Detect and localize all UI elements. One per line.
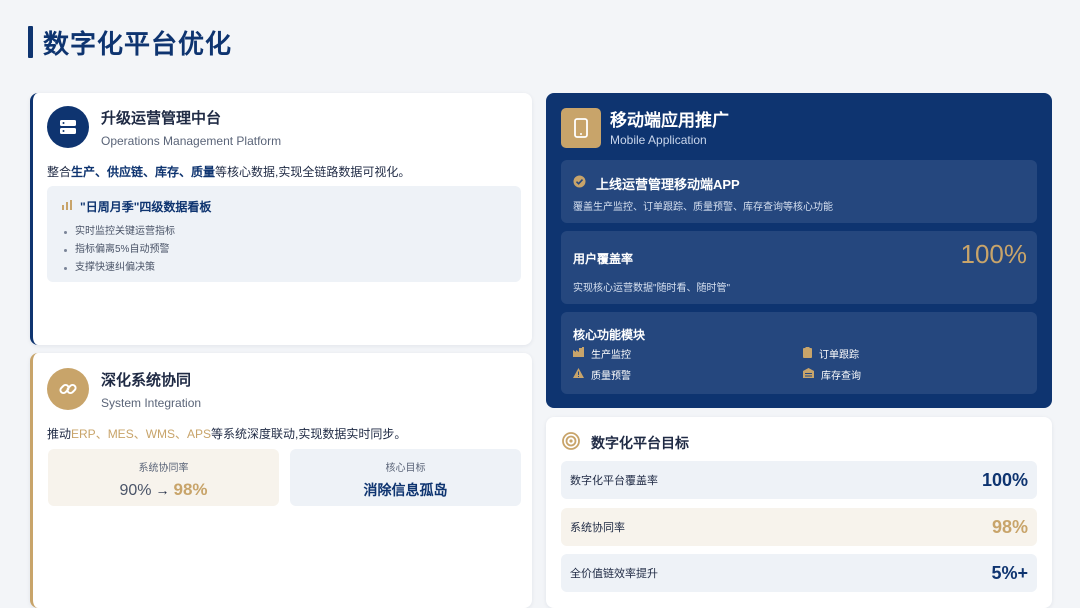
dashboard-bullets: 实时监控关键运营指标 指标偏离5%自动预警 支撑快速纠偏决策 <box>61 223 507 277</box>
integration-desc-suffix: 等系统深度联动,实现数据实时同步。 <box>211 427 407 441</box>
ops-subtitle: Operations Management Platform <box>101 133 282 148</box>
check-badge-icon <box>573 175 586 193</box>
mobile-subtitle: Mobile Application <box>610 133 707 147</box>
dashboard-title-text: "日周月季"四级数据看板 <box>80 200 212 214</box>
integration-title: 深化系统协同 <box>101 371 192 389</box>
app-launch-header: 上线运营管理移动端APP <box>573 174 740 193</box>
core-goal-label: 核心目标 <box>385 463 426 474</box>
sync-rate-value: 90% → 98% <box>48 480 279 500</box>
mobile-app-card: 移动端应用推广 Mobile Application 上线运营管理移动端APP … <box>546 93 1052 408</box>
modules-title: 核心功能模块 <box>573 328 646 342</box>
dashboard-title: "日周月季"四级数据看板 <box>61 198 507 215</box>
goal-value: 98% <box>991 516 1028 537</box>
chart-icon <box>61 199 73 214</box>
sync-rate-from: 90% <box>119 482 152 499</box>
ops-desc-prefix: 整合 <box>47 165 72 179</box>
goal-value: 5%+ <box>991 562 1028 583</box>
platform-goals-card: 数字化平台目标 数字化平台覆盖率 100% 系统协同率 98% 全价值链效率提升… <box>546 417 1052 608</box>
sync-rate-box: 系统协同率 90% → 98% <box>48 449 279 506</box>
goal-row: 数字化平台覆盖率 100% <box>561 461 1037 499</box>
module-label: 生产监控 <box>591 350 631 361</box>
goals-title: 数字化平台目标 <box>591 435 689 451</box>
ops-description: 整合生产、供应链、库存、质量等核心数据,实现全链路数据可视化。 <box>47 163 410 180</box>
clipboard-icon <box>803 346 819 361</box>
module-quality[interactable]: 质量预警 <box>573 367 631 382</box>
module-label: 库存查询 <box>821 371 861 382</box>
ops-header: 升级运营管理中台 Operations Management Platform <box>47 106 281 148</box>
core-goal-value: 消除信息孤岛 <box>363 482 448 498</box>
integration-desc-prefix: 推动 <box>47 427 72 441</box>
integration-header: 深化系统协同 System Integration <box>47 368 201 410</box>
core-goal-box: 核心目标 消除信息孤岛 <box>290 449 521 506</box>
module-inventory[interactable]: 库存查询 <box>803 367 861 382</box>
list-item: 指标偏离5%自动预警 <box>61 241 507 259</box>
module-label: 订单跟踪 <box>819 350 859 361</box>
page-title: 数字化平台优化 <box>28 24 232 60</box>
coverage-value: 100% <box>960 239 1028 269</box>
ops-platform-card: 升级运营管理中台 Operations Management Platform … <box>30 93 532 345</box>
list-item: 支撑快速纠偏决策 <box>61 259 507 277</box>
ops-desc-highlight: 生产、供应链、库存、质量 <box>71 165 216 179</box>
page-title-text: 数字化平台优化 <box>43 28 233 59</box>
phone-icon <box>561 108 601 148</box>
integration-desc-highlight: ERP、MES、WMS、APS <box>71 427 212 441</box>
module-orders[interactable]: 订单跟踪 <box>803 346 859 361</box>
dashboard-box: "日周月季"四级数据看板 实时监控关键运营指标 指标偏离5%自动预警 支撑快速纠… <box>47 186 521 282</box>
goal-row: 全价值链效率提升 5%+ <box>561 554 1037 592</box>
goal-label: 系统协同率 <box>570 522 625 534</box>
arrow-right-icon: → <box>155 482 170 498</box>
factory-icon <box>573 347 591 360</box>
ops-title: 升级运营管理中台 <box>101 109 222 127</box>
sync-rate-label: 系统协同率 <box>138 463 189 474</box>
title-accent-bar <box>28 26 33 58</box>
target-icon <box>562 432 580 455</box>
warehouse-icon <box>803 368 821 381</box>
integration-subtitle: System Integration <box>101 395 202 410</box>
coverage-text: 实现核心运营数据"随时看、随时管" <box>573 283 731 294</box>
mobile-title: 移动端应用推广 <box>610 111 729 130</box>
modules-panel: 核心功能模块 生产监控 订单跟踪 质量预警 库存查询 <box>561 312 1037 394</box>
coverage-title: 用户覆盖率 <box>573 252 634 266</box>
integration-description: 推动ERP、MES、WMS、APS等系统深度联动,实现数据实时同步。 <box>47 425 406 442</box>
integration-card: 深化系统协同 System Integration 推动ERP、MES、WMS、… <box>30 353 532 608</box>
app-launch-text: 覆盖生产监控、订单跟踪、质量预警、库存查询等核心功能 <box>573 202 833 213</box>
ops-desc-suffix: 等核心数据,实现全链路数据可视化。 <box>215 165 411 179</box>
app-launch-panel: 上线运营管理移动端APP 覆盖生产监控、订单跟踪、质量预警、库存查询等核心功能 <box>561 160 1037 223</box>
sync-rate-to: 98% <box>173 480 208 499</box>
link-icon <box>47 368 89 410</box>
goal-label: 全价值链效率提升 <box>570 568 658 580</box>
warning-icon <box>573 368 591 381</box>
list-item: 实时监控关键运营指标 <box>61 223 507 241</box>
server-icon <box>47 106 89 148</box>
goal-value: 100% <box>981 469 1028 490</box>
app-launch-title: 上线运营管理移动端APP <box>596 177 740 192</box>
goal-label: 数字化平台覆盖率 <box>570 475 658 487</box>
coverage-panel: 用户覆盖率 100% 实现核心运营数据"随时看、随时管" <box>561 231 1037 304</box>
module-label: 质量预警 <box>591 371 631 382</box>
goal-row: 系统协同率 98% <box>561 508 1037 546</box>
module-production[interactable]: 生产监控 <box>573 346 631 361</box>
